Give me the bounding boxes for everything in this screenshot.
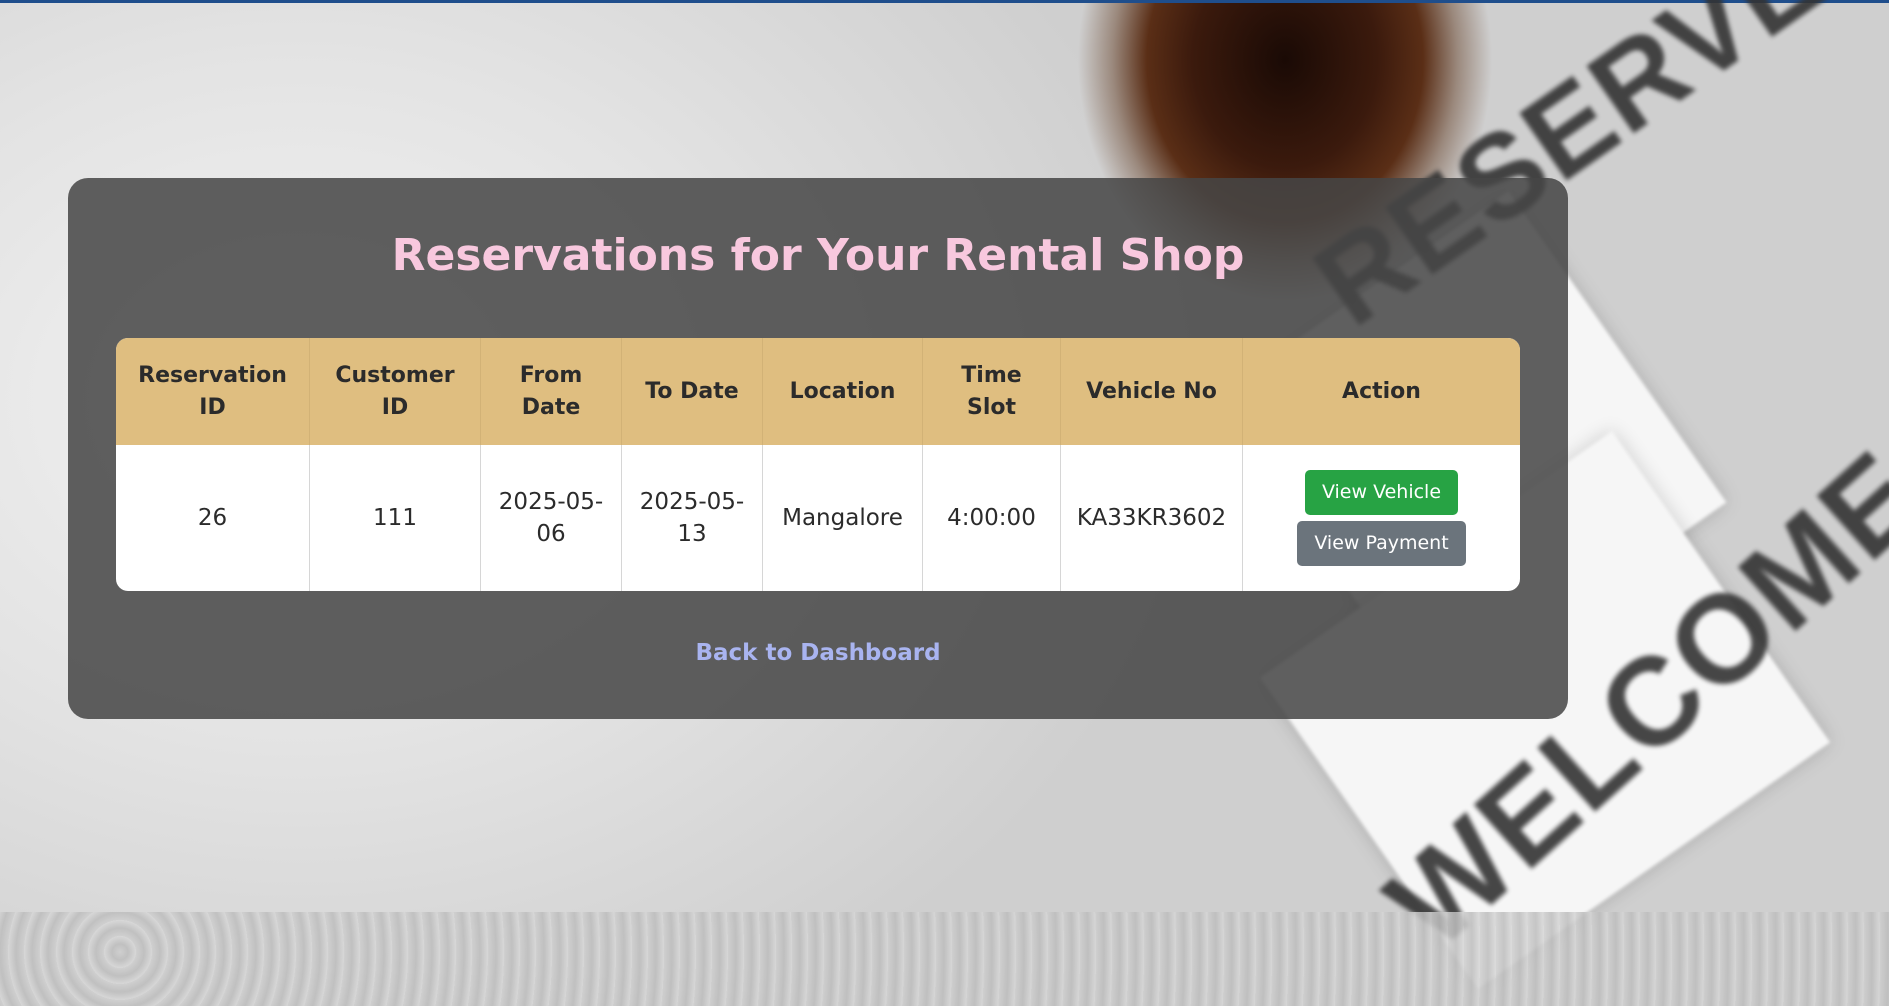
column-header-action: Action bbox=[1342, 378, 1421, 404]
column-header-vehicle-no: Vehicle No bbox=[1060, 338, 1243, 445]
cell-from-date: 2025-05-06 bbox=[480, 445, 622, 591]
cell-action: View Vehicle View Payment bbox=[1243, 445, 1521, 591]
action-buttons: View Vehicle View Payment bbox=[1257, 470, 1506, 566]
cell-vehicle-no: KA33KR3602 bbox=[1060, 445, 1243, 591]
cell-time-slot: 4:00:00 bbox=[922, 445, 1061, 591]
view-vehicle-button[interactable]: View Vehicle bbox=[1304, 470, 1459, 515]
column-header-from-date: From Date bbox=[480, 338, 622, 445]
reservations-table: Reservation ID Customer ID From Date To … bbox=[116, 338, 1520, 591]
page-title: Reservations for Your Rental Shop bbox=[391, 230, 1245, 281]
cell-to-date: 2025-05-13 bbox=[621, 445, 763, 591]
cell-reservation-id: 26 bbox=[116, 445, 310, 591]
table-body: 26 111 2025-05-06 2025-05-13 Mangalore 4… bbox=[116, 445, 1520, 591]
reservations-table-container: Reservation ID Customer ID From Date To … bbox=[116, 338, 1520, 591]
table-header-row: Reservation ID Customer ID From Date To … bbox=[116, 338, 1520, 445]
column-header-time-slot: Time Slot bbox=[922, 338, 1061, 445]
table-header: Reservation ID Customer ID From Date To … bbox=[116, 338, 1520, 445]
column-header-location: Location bbox=[762, 338, 923, 445]
background-stone-surface bbox=[0, 912, 1889, 1006]
cell-customer-id: 111 bbox=[309, 445, 481, 591]
column-header-reservation-id: Reservation ID bbox=[116, 338, 310, 445]
column-header-to-date: To Date bbox=[621, 338, 763, 445]
back-to-dashboard-link[interactable]: Back to Dashboard bbox=[0, 640, 1636, 666]
top-accent-bar bbox=[0, 0, 1889, 3]
view-payment-button[interactable]: View Payment bbox=[1297, 521, 1466, 566]
column-header-customer-id: Customer ID bbox=[309, 338, 481, 445]
cell-location: Mangalore bbox=[762, 445, 923, 591]
table-row: 26 111 2025-05-06 2025-05-13 Mangalore 4… bbox=[116, 445, 1520, 591]
